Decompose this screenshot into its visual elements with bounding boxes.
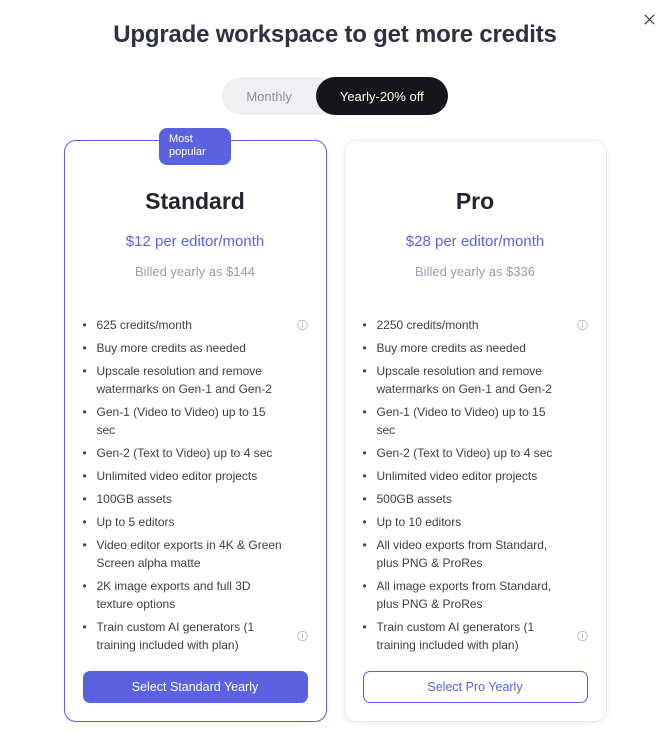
feature-item: • Up to 10 editors bbox=[363, 513, 588, 531]
feature-item: • Gen-2 (Text to Video) up to 4 sec bbox=[83, 444, 308, 462]
feature-item: • 625 credits/month bbox=[83, 316, 308, 334]
plan-price-standard: $12 per editor/month bbox=[125, 233, 265, 250]
feature-text: 500GB assets bbox=[376, 492, 452, 506]
info-icon[interactable] bbox=[576, 630, 588, 642]
bullet-icon: • bbox=[82, 364, 87, 378]
close-icon-glyph bbox=[643, 13, 655, 25]
feature-text: Buy more credits as needed bbox=[96, 341, 246, 355]
bullet-icon: • bbox=[82, 579, 87, 593]
feature-text: Gen-1 (Video to Video) up to 15 sec bbox=[376, 405, 546, 437]
toggle-option-monthly[interactable]: Monthly bbox=[222, 77, 316, 115]
bullet-icon: • bbox=[362, 620, 367, 634]
feature-list-pro: • 2250 credits/month • Buy more credits as … bbox=[363, 316, 588, 659]
plan-billed-pro: Billed yearly as $336 bbox=[415, 264, 535, 279]
feature-item: • 100GB assets bbox=[83, 490, 308, 508]
plan-price-pro: $28 per editor/month bbox=[405, 233, 545, 250]
feature-item: • All image exports from Standard, plus P… bbox=[363, 577, 588, 613]
feature-text: Train custom AI generators (1 training i… bbox=[96, 620, 255, 652]
feature-text: Video editor exports in 4K & Green Scree… bbox=[96, 538, 282, 570]
select-standard-button[interactable]: Select Standard Yearly bbox=[82, 671, 308, 703]
plan-cards: Most popular Standard $12 per editor/mon… bbox=[0, 128, 670, 722]
feature-text: Buy more credits as needed bbox=[376, 341, 526, 355]
bullet-icon: • bbox=[82, 318, 87, 332]
feature-text: Up to 10 editors bbox=[376, 515, 462, 529]
bullet-icon: • bbox=[362, 341, 367, 355]
plan-name-standard: Standard bbox=[145, 188, 245, 214]
upgrade-modal: Upgrade workspace to get more credits Mo… bbox=[0, 0, 670, 746]
bullet-icon: • bbox=[82, 405, 87, 419]
select-pro-button[interactable]: Select Pro Yearly bbox=[362, 671, 588, 703]
bullet-icon: • bbox=[362, 364, 367, 378]
bullet-icon: • bbox=[362, 318, 367, 332]
feature-text: Unlimited video editor projects bbox=[376, 469, 538, 483]
feature-text: 625 credits/month bbox=[96, 318, 192, 332]
feature-text: Gen-2 (Text to Video) up to 4 sec bbox=[376, 446, 553, 460]
feature-item: • 2K image exports and full 3D texture op… bbox=[83, 577, 308, 613]
feature-item: • 500GB assets bbox=[363, 490, 588, 508]
feature-text: 2K image exports and full 3D texture opt… bbox=[96, 579, 251, 611]
feature-item: • Upscale resolution and remove watermark… bbox=[83, 362, 308, 398]
feature-text: Gen-1 (Video to Video) up to 15 sec bbox=[96, 405, 266, 437]
feature-item: • Gen-2 (Text to Video) up to 4 sec bbox=[363, 444, 588, 462]
feature-text: 100GB assets bbox=[96, 492, 172, 506]
feature-text: Up to 5 editors bbox=[96, 515, 175, 529]
feature-text: Gen-2 (Text to Video) up to 4 sec bbox=[96, 446, 273, 460]
page-title: Upgrade workspace to get more credits bbox=[113, 21, 557, 48]
feature-text: Unlimited video editor projects bbox=[96, 469, 258, 483]
bullet-icon: • bbox=[82, 538, 87, 552]
feature-item: • Gen-1 (Video to Video) up to 15 sec bbox=[363, 403, 588, 439]
bullet-icon: • bbox=[82, 620, 87, 634]
bullet-icon: • bbox=[362, 469, 367, 483]
plan-card-pro[interactable]: Pro $28 per editor/month Billed yearly a… bbox=[343, 140, 607, 722]
plan-billed-standard: Billed yearly as $144 bbox=[135, 264, 255, 279]
feature-item: • Buy more credits as needed bbox=[83, 339, 308, 357]
info-icon[interactable] bbox=[576, 319, 588, 331]
bullet-icon: • bbox=[362, 405, 367, 419]
bullet-icon: • bbox=[362, 492, 367, 506]
bullet-icon: • bbox=[362, 446, 367, 460]
feature-item: • Unlimited video editor projects bbox=[363, 467, 588, 485]
feature-item: • Train custom AI generators (1 training … bbox=[363, 618, 588, 654]
most-popular-badge: Most popular bbox=[159, 128, 231, 165]
feature-text: Upscale resolution and remove watermarks… bbox=[376, 364, 552, 396]
close-icon[interactable] bbox=[637, 7, 661, 31]
bullet-icon: • bbox=[82, 469, 87, 483]
bullet-icon: • bbox=[362, 515, 367, 529]
info-icon[interactable] bbox=[296, 630, 308, 642]
feature-item: • Gen-1 (Video to Video) up to 15 sec bbox=[83, 403, 308, 439]
feature-text: Upscale resolution and remove watermarks… bbox=[96, 364, 272, 396]
feature-item: • Buy more credits as needed bbox=[363, 339, 588, 357]
bullet-icon: • bbox=[82, 515, 87, 529]
info-icon[interactable] bbox=[296, 319, 308, 331]
billing-toggle-group: Monthly Yearly-20% off bbox=[222, 77, 448, 115]
plan-name-pro: Pro bbox=[455, 188, 495, 214]
feature-item: • Train custom AI generators (1 training … bbox=[83, 618, 308, 654]
bullet-icon: • bbox=[362, 579, 367, 593]
billing-toggle: Monthly Yearly-20% off bbox=[0, 77, 670, 115]
feature-list-standard: • 625 credits/month • Buy more credits as n… bbox=[83, 316, 308, 659]
feature-text: Train custom AI generators (1 training i… bbox=[376, 620, 535, 652]
feature-item: • Video editor exports in 4K & Green Scre… bbox=[83, 536, 308, 572]
plan-card-standard[interactable]: Most popular Standard $12 per editor/mon… bbox=[63, 128, 327, 722]
bullet-icon: • bbox=[362, 538, 367, 552]
feature-text: 2250 credits/month bbox=[376, 318, 479, 332]
feature-item: • Up to 5 editors bbox=[83, 513, 308, 531]
feature-item: • 2250 credits/month bbox=[363, 316, 588, 334]
bullet-icon: • bbox=[82, 341, 87, 355]
feature-text: All image exports from Standard, plus PN… bbox=[376, 579, 552, 611]
bullet-icon: • bbox=[82, 492, 87, 506]
feature-item: • Upscale resolution and remove watermark… bbox=[363, 362, 588, 398]
feature-item: • Unlimited video editor projects bbox=[83, 467, 308, 485]
feature-item: • All video exports from Standard, plus P… bbox=[363, 536, 588, 572]
feature-text: All video exports from Standard, plus PN… bbox=[376, 538, 548, 570]
bullet-icon: • bbox=[82, 446, 87, 460]
toggle-option-yearly[interactable]: Yearly-20% off bbox=[315, 77, 448, 115]
